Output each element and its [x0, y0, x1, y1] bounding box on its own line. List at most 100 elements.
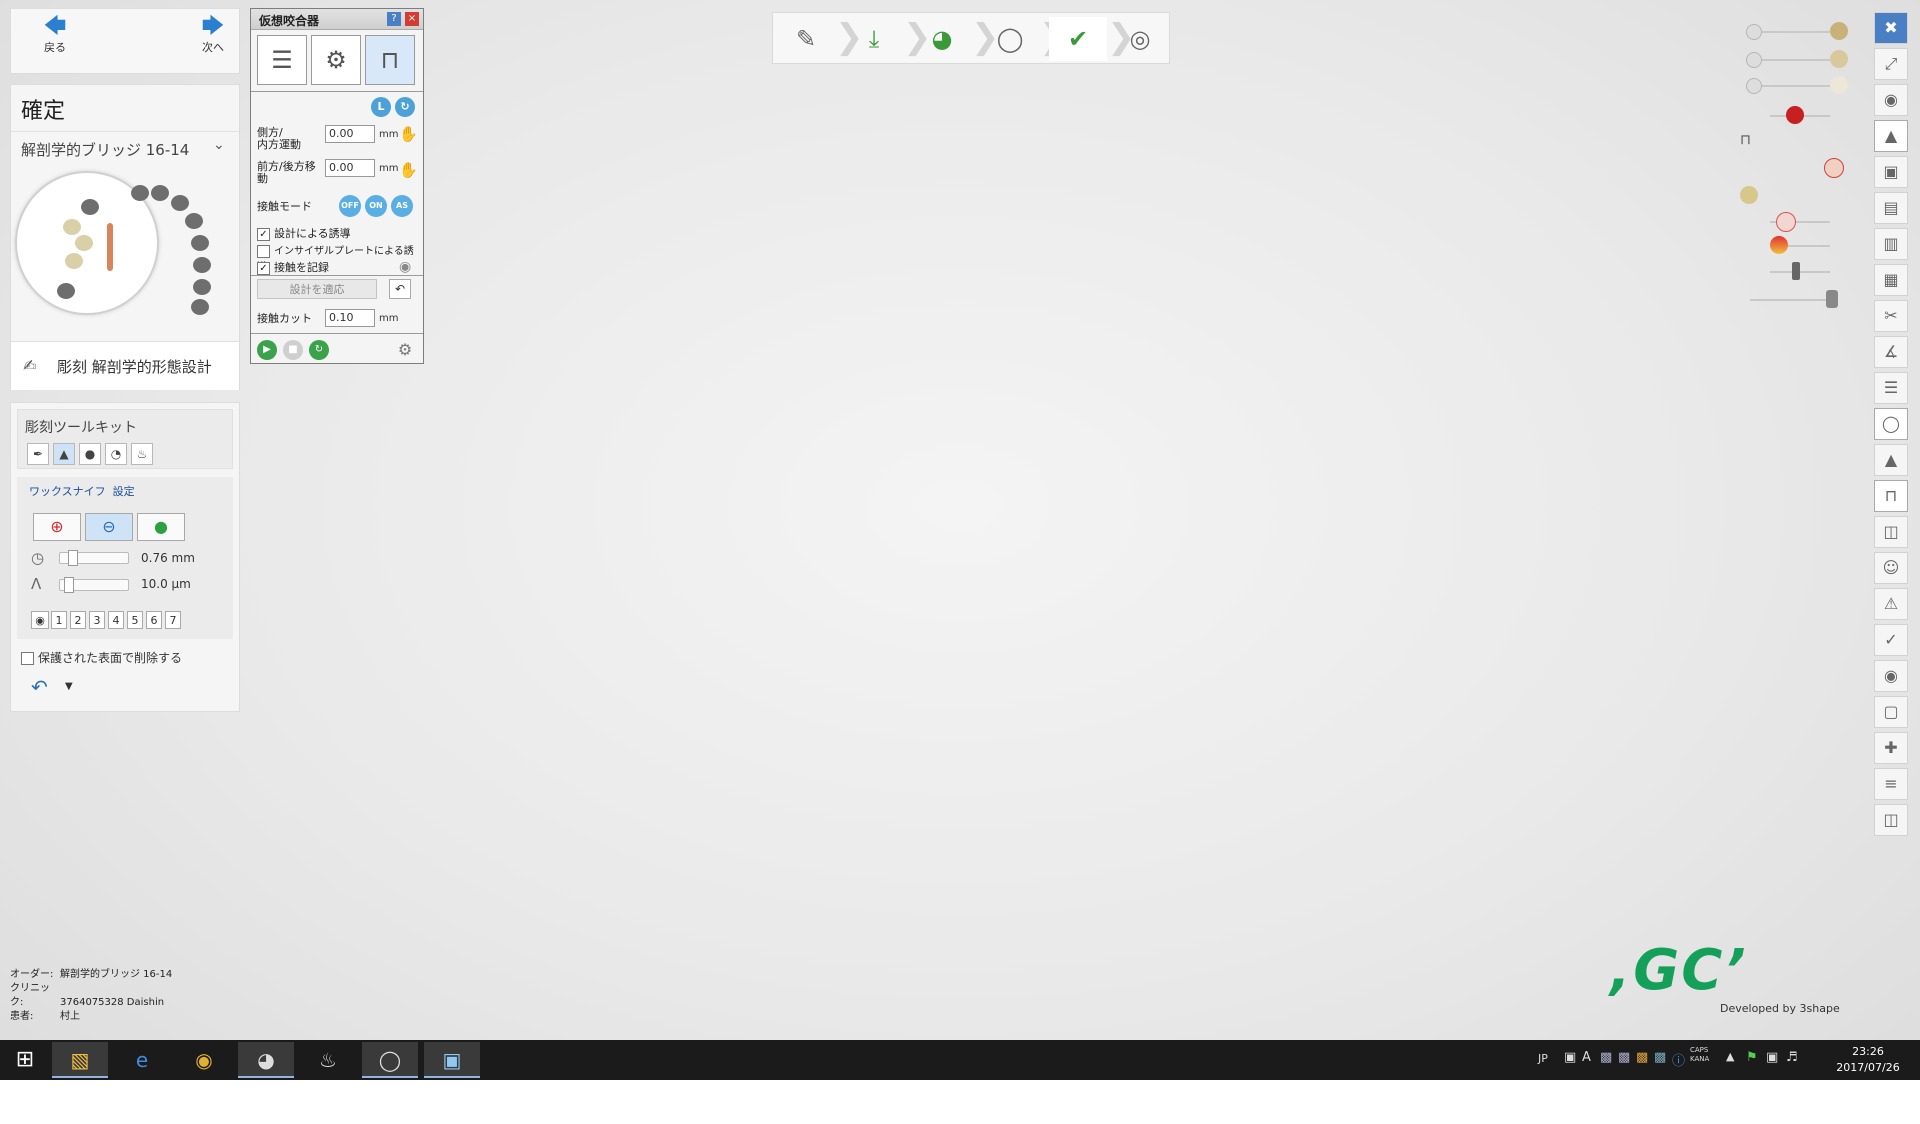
visibility-slider-implant[interactable]	[1740, 262, 1850, 282]
education-view-button[interactable]: ▲	[1874, 120, 1908, 152]
measure-button[interactable]: ∡	[1874, 336, 1908, 368]
smooth-material-button[interactable]: ●	[137, 513, 185, 541]
visibility-slider-antagonist[interactable]	[1740, 158, 1850, 178]
visibility-slider-scanbody[interactable]	[1740, 290, 1850, 310]
add-remove-tool-button[interactable]: ▲	[53, 443, 75, 465]
paint-app[interactable]: ♨	[300, 1042, 356, 1078]
help-icon[interactable]: ⓘ	[1672, 1050, 1685, 1069]
slider-knob[interactable]	[1746, 78, 1762, 94]
visibility-slider-gingiva[interactable]	[1740, 106, 1850, 126]
undo-icon[interactable]: ↶	[31, 675, 48, 699]
chrome-app[interactable]: ◉	[176, 1042, 232, 1078]
rotate-view-button[interactable]: ◉	[1874, 84, 1908, 116]
help-icon[interactable]: ?	[387, 12, 401, 26]
slider-track[interactable]	[1750, 299, 1830, 301]
preset-6-button[interactable]: 6	[146, 611, 162, 629]
ruler-button[interactable]: ≡	[1874, 768, 1908, 800]
ime-settings-icon[interactable]: ▩	[1654, 1050, 1666, 1065]
record-contact-checkbox[interactable]: ✓ 接触を記録	[257, 259, 329, 275]
record-disc-icon[interactable]: ◉	[399, 259, 411, 275]
visibility-slider-crown[interactable]	[1740, 76, 1850, 96]
visibility-slider-contacts[interactable]	[1740, 212, 1850, 232]
tab-settings[interactable]: ⚙	[311, 35, 361, 85]
view-side-button[interactable]: ▤	[1874, 192, 1908, 224]
view-bottom-button[interactable]: ▦	[1874, 264, 1908, 296]
replay-button[interactable]: ↻	[309, 340, 329, 360]
check-button[interactable]: ✓	[1874, 624, 1908, 656]
step-confirm[interactable]: ✔	[1049, 17, 1107, 61]
report-button[interactable]: ◫	[1874, 804, 1908, 836]
windows-start-icon[interactable]: ⊞	[0, 1040, 50, 1080]
gear-icon[interactable]: ⚙	[395, 340, 415, 360]
network-icon[interactable]: ▣	[1766, 1050, 1778, 1065]
slider-track[interactable]	[1750, 85, 1830, 87]
strength-slider[interactable]	[59, 577, 129, 593]
wax-knife-tool-button[interactable]: ✒	[27, 443, 49, 465]
settings-link[interactable]: 設定	[113, 485, 135, 498]
view-front-button[interactable]: ▣	[1874, 156, 1908, 188]
3d-viewport[interactable]	[430, 330, 1540, 830]
warning-button[interactable]: ⚠	[1874, 588, 1908, 620]
shade-button[interactable]: ▲	[1874, 444, 1908, 476]
checkbox-checked-icon[interactable]: ✓	[257, 227, 270, 241]
explorer-app[interactable]: ▧	[52, 1042, 108, 1078]
preset-7-button[interactable]: 7	[165, 611, 181, 629]
slider-track[interactable]	[1750, 31, 1830, 33]
fit-view-button[interactable]: ⤢	[1874, 48, 1908, 80]
checkbox-box[interactable]	[257, 244, 270, 258]
reset-rotate-button[interactable]: ↻	[395, 97, 415, 117]
snapshot-button[interactable]: ◉	[1874, 660, 1908, 692]
morph-tool-button[interactable]: ◔	[105, 443, 127, 465]
hand-icon[interactable]: ✋	[399, 125, 418, 143]
preset-5-button[interactable]: 5	[127, 611, 143, 629]
close-icon[interactable]: ×	[405, 12, 419, 26]
ime-pad-icon[interactable]: ▩	[1600, 1050, 1612, 1065]
volume-icon[interactable]: ♬	[1786, 1050, 1798, 1065]
slider-track[interactable]	[1750, 59, 1830, 61]
tab-jaw-models[interactable]: ☰	[257, 35, 307, 85]
size-slider[interactable]	[59, 550, 129, 566]
chevron-up-icon[interactable]: ▲	[1726, 1050, 1734, 1063]
cylinder-button[interactable]: ◫	[1874, 516, 1908, 548]
image-viewer-app[interactable]: ▣	[424, 1042, 480, 1078]
step-prepare[interactable]: ✎	[777, 17, 835, 61]
step-import[interactable]: ⤓	[845, 17, 903, 61]
slider-thumb[interactable]	[64, 577, 74, 593]
ie-app[interactable]: e	[114, 1042, 170, 1078]
protect-surface-checkbox[interactable]: 保護された表面で削除する	[21, 649, 182, 666]
remove-material-button[interactable]: ⊖	[85, 513, 133, 541]
back-button[interactable]: 🡄 戻る	[25, 15, 85, 55]
flag-icon[interactable]: ⚑	[1746, 1050, 1758, 1065]
hand-stop-icon[interactable]: ✋	[399, 161, 418, 179]
tooth-chart[interactable]	[11, 85, 241, 335]
slider-thumb[interactable]	[68, 550, 78, 566]
slider-track[interactable]	[1770, 271, 1830, 273]
smile-composer-button[interactable]: ☺	[1874, 552, 1908, 584]
contact-mode-as[interactable]: AS	[391, 195, 413, 217]
axis-button[interactable]: ✚	[1874, 732, 1908, 764]
preset-2-button[interactable]: 2	[70, 611, 86, 629]
clock[interactable]: 23:26 2017/07/26	[1828, 1044, 1908, 1076]
next-button[interactable]: 🡆 次へ	[183, 15, 243, 55]
ime-tools-icon[interactable]: ▩	[1636, 1050, 1648, 1065]
step-anatomy[interactable]: ◯	[981, 17, 1039, 61]
anatomy-tool-button[interactable]: ♨	[131, 443, 153, 465]
material-button[interactable]: ☰	[1874, 372, 1908, 404]
dental-system-app[interactable]: ◕	[238, 1042, 294, 1078]
contact-mode-off[interactable]: OFF	[339, 195, 361, 217]
preset-3-button[interactable]: 3	[89, 611, 105, 629]
tab-articulator[interactable]: ⊓	[365, 35, 415, 85]
contact-mode-on[interactable]: ON	[365, 195, 387, 217]
articulator-tool-button[interactable]: ⊓	[1874, 480, 1908, 512]
visibility-slider-upper-prep[interactable]	[1740, 50, 1850, 70]
step-margin[interactable]: ◕	[913, 17, 971, 61]
ime-dictionary-icon[interactable]: ▩	[1618, 1050, 1630, 1065]
checkbox-checked-icon[interactable]: ✓	[257, 261, 270, 275]
design-guide-checkbox[interactable]: ✓ 設計による誘導	[257, 225, 351, 241]
view-top-button[interactable]: ▥	[1874, 228, 1908, 260]
visibility-slider-articulator[interactable]: ⊓	[1740, 132, 1850, 152]
undo-dropdown-arrow-icon[interactable]: ▼	[65, 681, 73, 692]
cut-plane-button[interactable]: ✂	[1874, 300, 1908, 332]
lateral-input[interactable]: 0.00	[325, 125, 375, 143]
preset-4-button[interactable]: 4	[108, 611, 124, 629]
